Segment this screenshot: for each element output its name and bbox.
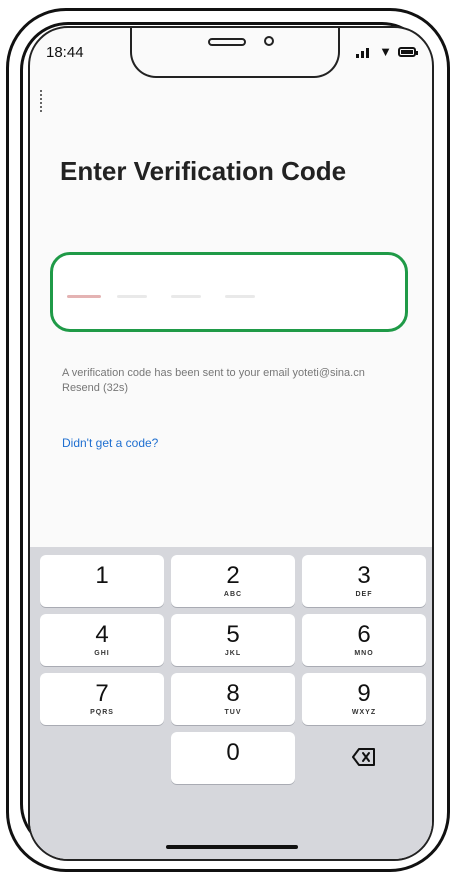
keypad-key-2[interactable]: 2 ABC — [171, 555, 295, 607]
front-camera — [264, 36, 274, 46]
keypad-key-6[interactable]: 6 MNO — [302, 614, 426, 666]
phone-screen: 18:44 ▼ Enter Verification Code A verifi… — [28, 26, 434, 861]
keypad-key-9[interactable]: 9 WXYZ — [302, 673, 426, 725]
keypad-key-0[interactable]: 0 — [171, 732, 295, 784]
status-icons: ▼ — [355, 44, 418, 59]
keypad-key-3[interactable]: 3 DEF — [302, 555, 426, 607]
code-digit-slot-4 — [225, 295, 255, 298]
verification-info-text: A verification code has been sent to you… — [62, 367, 365, 394]
wifi-icon: ▼ — [379, 44, 392, 59]
page-title: Enter Verification Code — [60, 156, 347, 186]
keypad-key-1[interactable]: 1 — [40, 555, 164, 607]
backspace-icon[interactable] — [352, 747, 376, 767]
code-digit-slot-2 — [117, 295, 147, 298]
verification-code-input[interactable] — [50, 252, 408, 332]
speaker-grille — [208, 38, 246, 46]
keypad-key-4[interactable]: 4 GHI — [40, 614, 164, 666]
status-time: 18:44 — [46, 44, 84, 61]
code-digit-slot-1 — [67, 295, 101, 298]
code-digit-slot-3 — [171, 295, 201, 298]
didnt-get-code-link[interactable]: Didn't get a code? — [62, 436, 158, 450]
notch — [130, 28, 340, 78]
back-handle[interactable] — [40, 90, 45, 112]
keypad-key-7[interactable]: 7 PQRS — [40, 673, 164, 725]
numeric-keypad: 1 2 ABC 3 DEF 4 GHI 5 JKL 6 MNO 7 PQRS 8 — [30, 547, 432, 859]
keypad-key-5[interactable]: 5 JKL — [171, 614, 295, 666]
home-indicator — [166, 845, 298, 849]
keypad-key-8[interactable]: 8 TUV — [171, 673, 295, 725]
signal-icon — [356, 48, 370, 58]
battery-icon — [398, 47, 418, 57]
